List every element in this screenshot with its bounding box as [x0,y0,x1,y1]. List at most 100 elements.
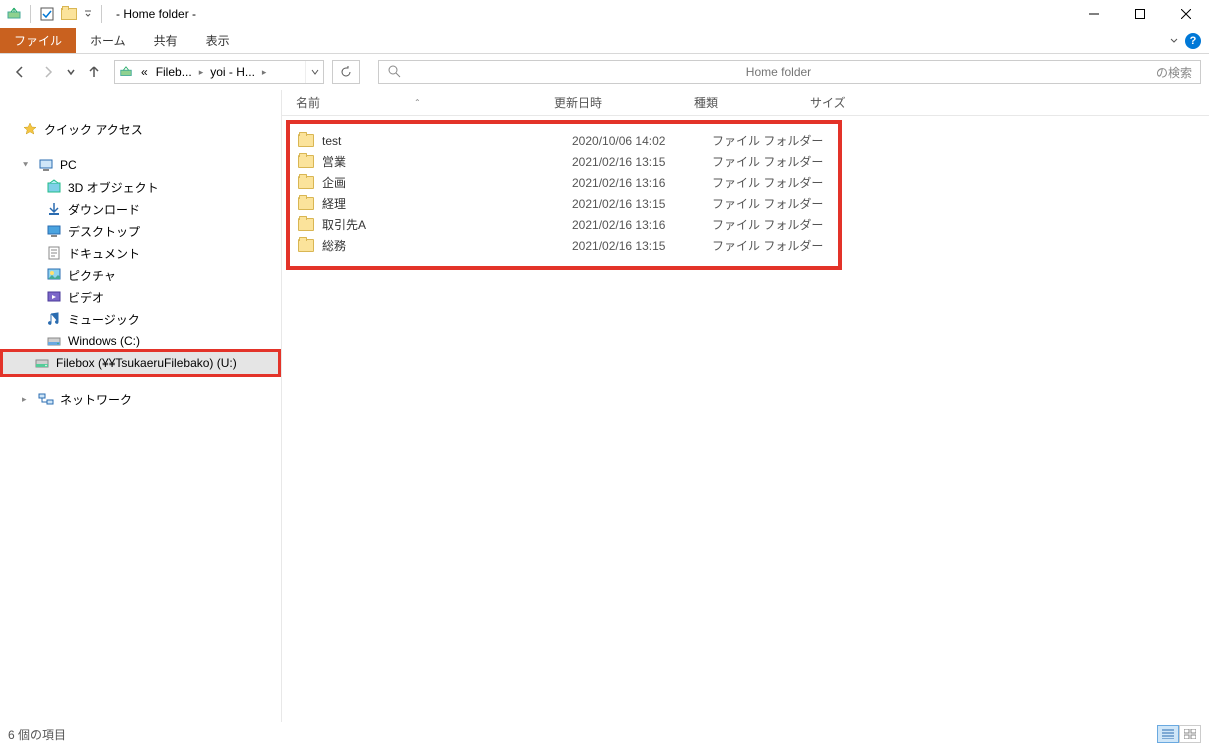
drive-folder-icon [46,289,62,305]
file-row[interactable]: 経理2021/02/16 13:15ファイル フォルダー [290,193,838,214]
folder-icon [298,197,314,210]
sidebar-item-label: デスクトップ [68,223,140,240]
file-name: 企画 [322,174,572,191]
column-header-date[interactable]: 更新日時 [554,94,694,111]
file-type: ファイル フォルダー [712,216,828,233]
file-type: ファイル フォルダー [712,174,828,191]
qat-dropdown-icon[interactable] [83,6,93,22]
file-pane: 名前 ⌃ 更新日時 種類 サイズ test2020/10/06 14:02ファイ… [282,90,1209,722]
sidebar-item[interactable]: ミュージック [0,308,281,330]
file-name: 取引先A [322,216,572,233]
chevron-right-icon[interactable]: ▸ [196,67,207,78]
column-header-size[interactable]: サイズ [810,94,870,111]
nav-tree: クイック アクセス ⯆ PC 3D オブジェクトダウンロードデスクトップドキュメ… [0,90,282,722]
column-headers: 名前 ⌃ 更新日時 種類 サイズ [282,90,1209,116]
address-root-icon[interactable] [115,65,137,79]
sidebar-item-label: Windows (C:) [68,334,140,348]
file-type: ファイル フォルダー [712,153,828,170]
sidebar-pc[interactable]: ⯆ PC [0,154,281,176]
file-row[interactable]: 企画2021/02/16 13:16ファイル フォルダー [290,172,838,193]
sidebar-item[interactable]: ピクチャ [0,264,281,286]
nav-back-button[interactable] [8,60,32,84]
tab-view[interactable]: 表示 [192,28,244,53]
sidebar-item[interactable]: ダウンロード [0,198,281,220]
folder-icon [298,134,314,147]
app-icon [6,6,22,22]
folder-icon [298,239,314,252]
sidebar-item-label: Filebox (¥¥TsukaeruFilebako) (U:) [56,356,237,370]
sidebar-item-label: ミュージック [68,311,140,328]
nav-bar: « Fileb... ▸ yoi - H... ▸ の検索 [0,54,1209,90]
drive-folder-icon [46,333,62,349]
sidebar-network[interactable]: ▸ ネットワーク [0,388,281,410]
file-name: test [322,134,572,148]
search-icon [387,64,401,81]
sidebar-item[interactable]: デスクトップ [0,220,281,242]
maximize-button[interactable] [1117,0,1163,28]
search-input[interactable] [409,65,1148,79]
sidebar-item[interactable]: Filebox (¥¥TsukaeruFilebako) (U:) [0,349,281,377]
sidebar-item-label: ドキュメント [68,245,140,262]
view-large-button[interactable] [1179,725,1201,743]
expand-icon[interactable]: ▸ [22,394,32,405]
tab-home[interactable]: ホーム [76,28,140,53]
column-label: 名前 [296,94,320,111]
sidebar-item-label: ネットワーク [60,391,132,408]
ribbon-chevron-icon[interactable] [1169,34,1179,48]
tab-share[interactable]: 共有 [140,28,192,53]
folder-icon [298,176,314,189]
file-row[interactable]: test2020/10/06 14:02ファイル フォルダー [290,130,838,151]
file-row[interactable]: 取引先A2021/02/16 13:16ファイル フォルダー [290,214,838,235]
drive-folder-icon [46,201,62,217]
drive-folder-icon [46,245,62,261]
sidebar-quick-access[interactable]: クイック アクセス [0,118,281,140]
sidebar-item[interactable]: 3D オブジェクト [0,176,281,198]
nav-forward-button[interactable] [36,60,60,84]
file-date: 2021/02/16 13:16 [572,176,712,190]
sidebar-item[interactable]: ビデオ [0,286,281,308]
chevron-right-icon[interactable]: ▸ [259,67,270,78]
file-name: 総務 [322,237,572,254]
drive-folder-icon [46,267,62,283]
help-button[interactable]: ? [1185,33,1201,49]
nav-up-button[interactable] [82,60,106,84]
file-list-highlight: test2020/10/06 14:02ファイル フォルダー営業2021/02/… [286,120,842,270]
drive-folder-icon [46,311,62,327]
breadcrumb-seg[interactable]: yoi - H... [206,65,259,79]
column-header-name[interactable]: 名前 ⌃ [296,94,554,111]
sidebar-item-label: 3D オブジェクト [68,179,159,196]
minimize-button[interactable] [1071,0,1117,28]
close-button[interactable] [1163,0,1209,28]
sidebar-item-label: ダウンロード [68,201,140,218]
file-date: 2021/02/16 13:15 [572,155,712,169]
file-row[interactable]: 営業2021/02/16 13:15ファイル フォルダー [290,151,838,172]
sidebar-item-label: ピクチャ [68,267,116,284]
folder-icon [298,218,314,231]
file-date: 2021/02/16 13:16 [572,218,712,232]
search-box[interactable]: の検索 [378,60,1201,84]
drive-folder-icon [34,355,50,371]
column-header-type[interactable]: 種類 [694,94,810,111]
file-type: ファイル フォルダー [712,132,828,149]
file-row[interactable]: 総務2021/02/16 13:15ファイル フォルダー [290,235,838,256]
qat-separator [30,5,31,23]
address-dropdown-icon[interactable] [305,61,323,83]
qat-checkbox-icon[interactable] [39,6,55,22]
search-suffix-label: の検索 [1156,64,1192,81]
window-title: - Home folder - [116,7,196,21]
tab-file[interactable]: ファイル [0,28,76,53]
view-details-button[interactable] [1157,725,1179,743]
title-bar: - Home folder - [0,0,1209,28]
file-type: ファイル フォルダー [712,195,828,212]
expand-icon[interactable]: ⯆ [22,160,32,171]
qat-folder-icon[interactable] [61,6,77,22]
nav-recent-dropdown[interactable] [64,60,78,84]
sidebar-item[interactable]: ドキュメント [0,242,281,264]
breadcrumb-prefix: « [137,65,152,79]
refresh-button[interactable] [332,60,360,84]
sidebar-item-label: ビデオ [68,289,104,306]
address-bar[interactable]: « Fileb... ▸ yoi - H... ▸ [114,60,324,84]
breadcrumb-seg[interactable]: Fileb... [152,65,196,79]
qat-separator [101,5,102,23]
network-icon [38,391,54,407]
